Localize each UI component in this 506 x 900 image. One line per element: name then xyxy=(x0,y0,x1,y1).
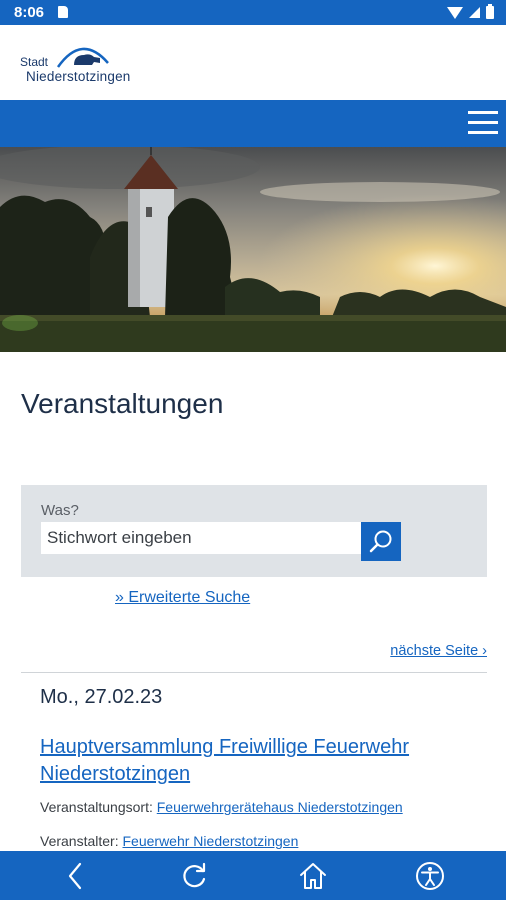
page-title: Veranstaltungen xyxy=(21,388,224,419)
event-organizer-link[interactable]: Feuerwehr Niederstotzingen xyxy=(123,833,299,849)
event-organizer-label: Veranstalter: xyxy=(40,833,119,849)
site-header: Stadt Niederstotzingen xyxy=(0,25,506,100)
advanced-search-link[interactable]: » Erweiterte Suche xyxy=(115,589,250,607)
event-location: Veranstaltungsort: Feuerwehrgerätehaus N… xyxy=(40,799,403,815)
accessibility-icon xyxy=(416,862,444,890)
status-time: 8:06 xyxy=(14,4,45,21)
nav-bar xyxy=(0,100,506,147)
hamburger-icon-bar xyxy=(468,121,498,124)
hamburger-icon-bar xyxy=(468,111,498,114)
battery-icon xyxy=(486,4,494,19)
reload-button[interactable] xyxy=(177,859,211,893)
event-date: Mo., 27.02.23 xyxy=(40,686,163,708)
wifi-icon xyxy=(447,6,463,19)
search-input[interactable] xyxy=(41,522,361,554)
status-icons xyxy=(447,4,494,20)
search-button[interactable] xyxy=(361,522,401,561)
hamburger-icon-bar xyxy=(468,131,498,134)
logo-arc-icon xyxy=(56,47,109,68)
signal-icon xyxy=(469,7,480,18)
event-location-label: Veranstaltungsort: xyxy=(40,799,153,815)
home-icon xyxy=(300,863,326,889)
event-organizer: Veranstalter: Feuerwehr Niederstotzingen xyxy=(40,833,298,849)
hamburger-menu-button[interactable] xyxy=(468,111,498,135)
city-logo[interactable]: Stadt Niederstotzingen xyxy=(20,41,145,86)
accessibility-button[interactable] xyxy=(413,859,447,893)
logo-text-stadt: Stadt xyxy=(20,55,49,69)
search-panel: Was? xyxy=(21,485,487,577)
back-button[interactable] xyxy=(59,859,93,893)
home-button[interactable] xyxy=(296,859,330,893)
event-location-link[interactable]: Feuerwehrgerätehaus Niederstotzingen xyxy=(157,799,403,815)
divider xyxy=(21,672,487,673)
status-bar: 8:06 xyxy=(0,0,506,25)
hero-landscape xyxy=(0,147,506,352)
reload-icon xyxy=(183,862,206,888)
next-page-link[interactable]: nächste Seite › xyxy=(390,643,487,659)
sd-card-icon xyxy=(58,6,68,18)
hero-image xyxy=(0,147,506,352)
search-label: Was? xyxy=(41,502,79,519)
search-icon xyxy=(369,530,392,553)
event-title-link[interactable]: Hauptversammlung Freiwillige Feuerwehr N… xyxy=(40,734,480,788)
logo-text-city: Niederstotzingen xyxy=(26,69,131,84)
back-icon xyxy=(68,862,82,890)
bottom-nav-bar xyxy=(0,851,506,900)
